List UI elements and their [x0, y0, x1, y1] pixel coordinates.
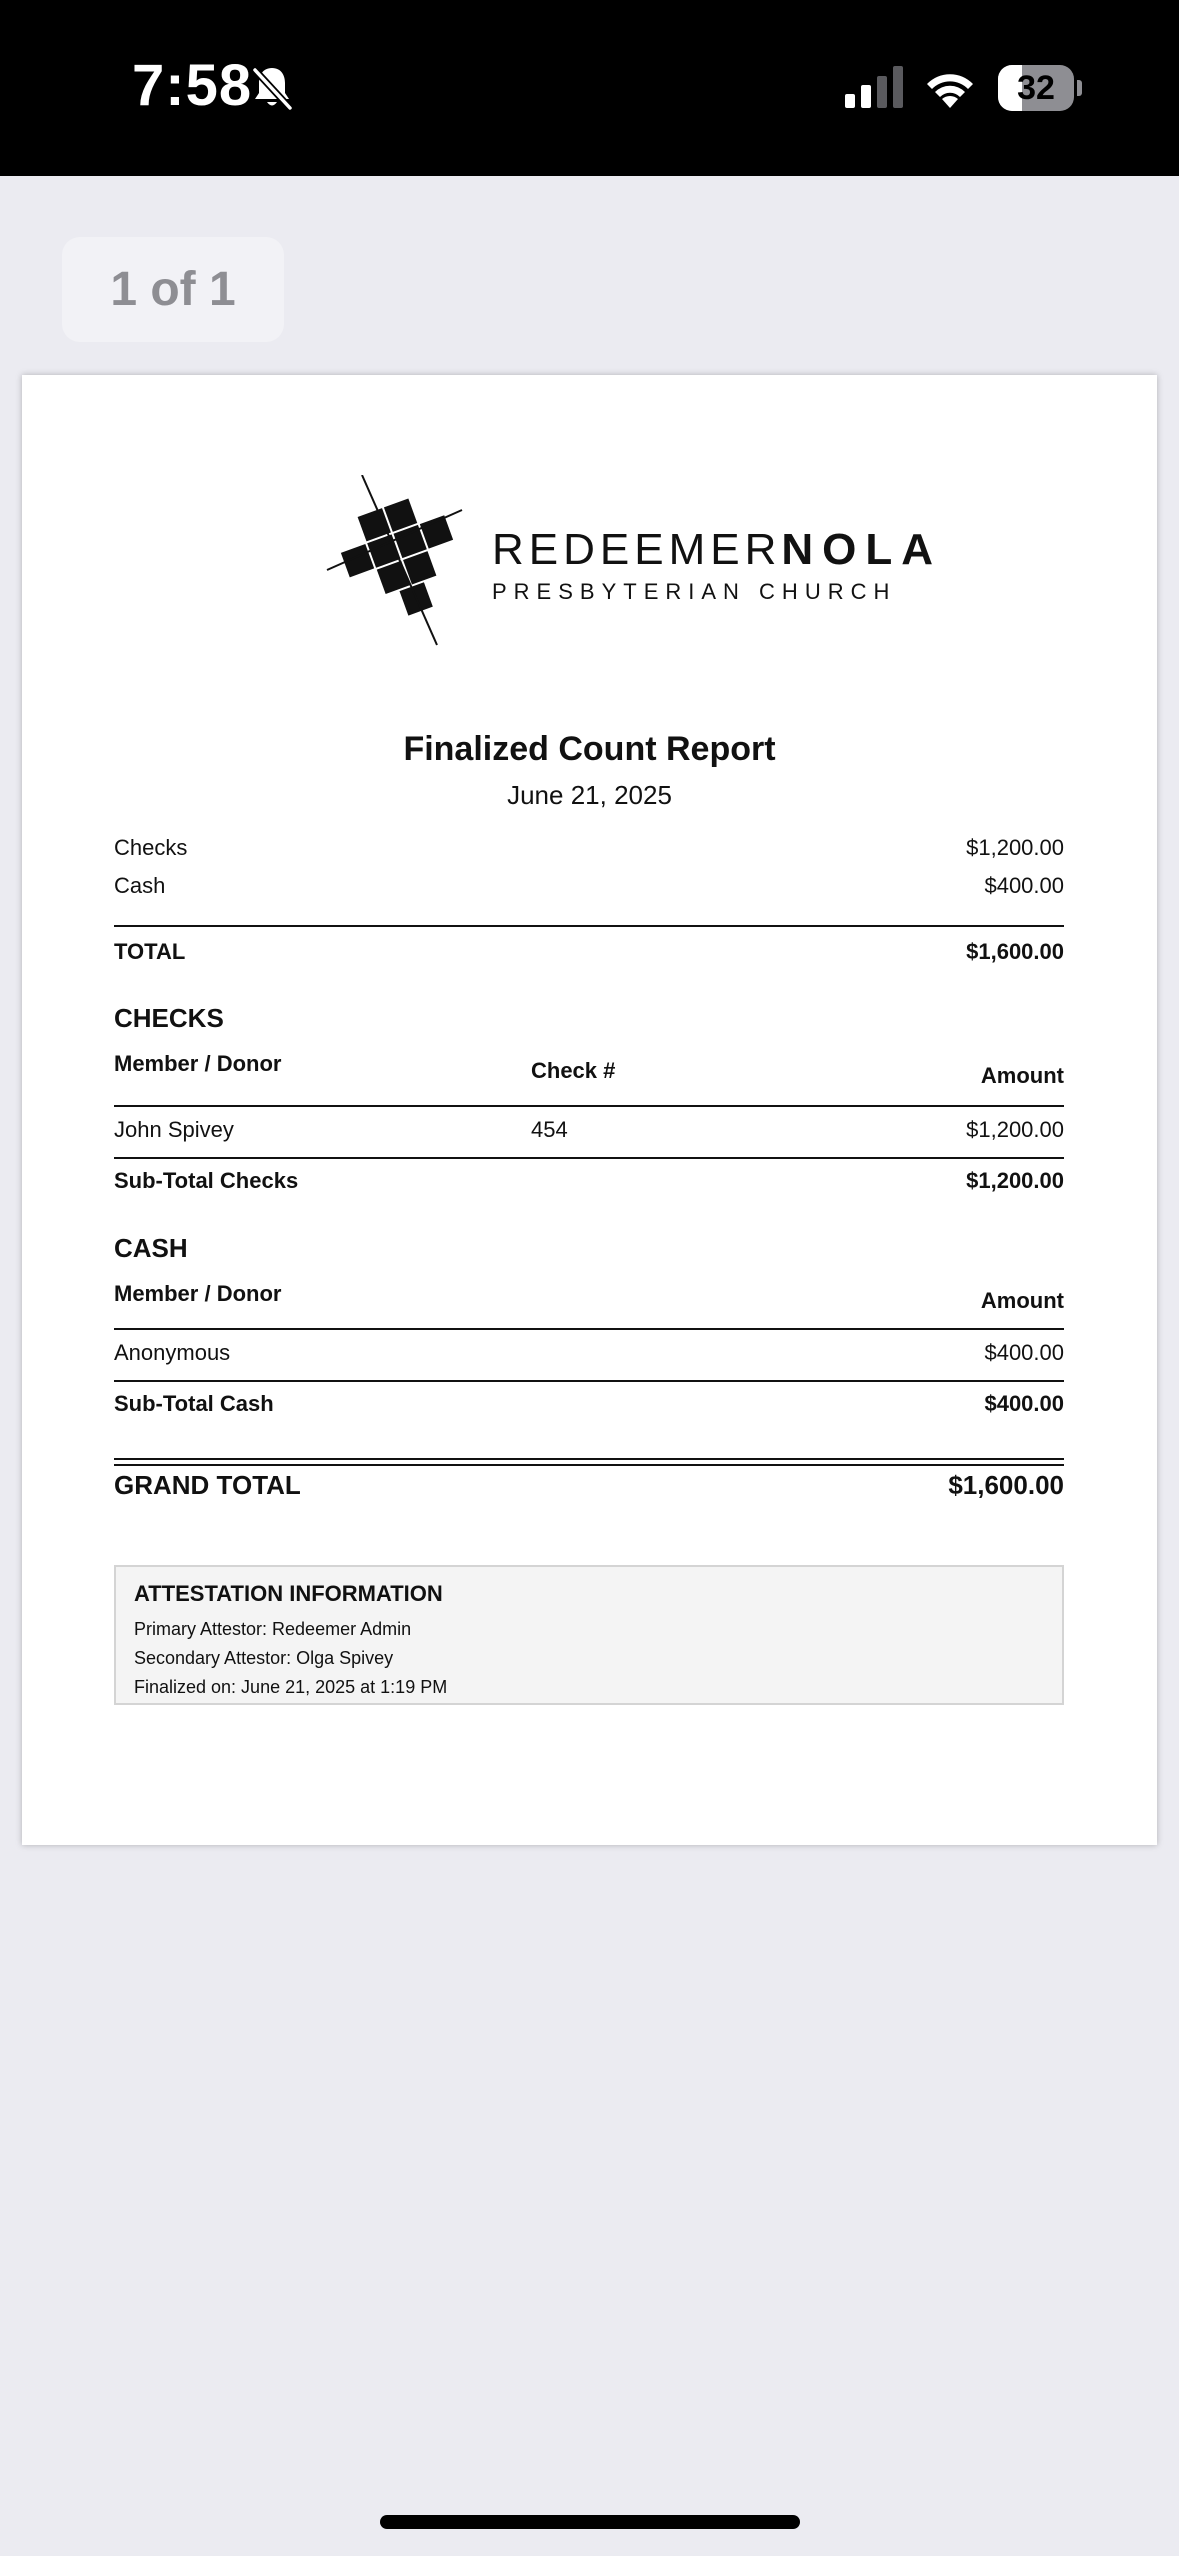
- status-time: 7:58: [132, 53, 253, 118]
- donor-name: John Spivey: [114, 1117, 234, 1142]
- subtotal-label: Sub-Total Cash: [114, 1391, 274, 1416]
- summary-amount: $400.00: [984, 873, 1064, 898]
- subtotal-amount: $400.00: [984, 1391, 1064, 1416]
- logo-name: REDEEMERNOLA: [492, 525, 942, 575]
- battery-body: 32: [998, 65, 1074, 111]
- total-amount: $1,600.00: [966, 939, 1064, 964]
- grand-total-label: GRAND TOTAL: [114, 1470, 301, 1500]
- checks-header-row: Member / Donor Check # Amount: [114, 1051, 1064, 1088]
- divider: [114, 1328, 1064, 1330]
- battery-tip: [1077, 80, 1082, 96]
- double-divider-top: [114, 1458, 1064, 1460]
- attestation-box: ATTESTATION INFORMATION Primary Attestor…: [114, 1565, 1064, 1705]
- subtotal-amount: $1,200.00: [966, 1168, 1064, 1193]
- battery-level: 32: [1017, 69, 1055, 107]
- report-date: June 21, 2025: [507, 780, 672, 810]
- table-row: John Spivey 454 $1,200.00: [114, 1117, 1064, 1147]
- grand-total-row: GRAND TOTAL $1,600.00: [114, 1470, 1064, 1506]
- cash-amount: $400.00: [984, 1340, 1064, 1365]
- logo-name-regular: REDEEMER: [492, 525, 782, 574]
- table-row: Anonymous $400.00: [114, 1340, 1064, 1370]
- church-logo: REDEEMERNOLA PRESBYTERIAN CHURCH: [322, 475, 933, 655]
- battery-icon: 32: [998, 65, 1082, 111]
- divider: [114, 1105, 1064, 1107]
- column-header-member: Member / Donor: [114, 1051, 282, 1076]
- summary-row-cash: Cash $400.00: [114, 873, 1064, 903]
- logo-subtitle: PRESBYTERIAN CHURCH: [492, 579, 897, 604]
- bell-slash-icon: [252, 67, 293, 111]
- column-header-amount: Amount: [980, 1288, 1064, 1313]
- summary-label: Cash: [114, 873, 166, 898]
- report-title: Finalized Count Report: [403, 730, 776, 768]
- attestation-title: ATTESTATION INFORMATION: [134, 1581, 443, 1606]
- wifi-icon: [927, 74, 973, 108]
- cash-subtotal-row: Sub-Total Cash $400.00: [114, 1391, 1064, 1421]
- finalized-on: Finalized on: June 21, 2025 at 1:19 PM: [134, 1677, 448, 1697]
- check-amount: $1,200.00: [966, 1117, 1064, 1142]
- page-indicator: 1 of 1: [62, 237, 284, 342]
- donor-name: Anonymous: [114, 1340, 231, 1365]
- summary-row-checks: Checks $1,200.00: [114, 835, 1064, 865]
- checks-section-title: CHECKS: [114, 1003, 224, 1033]
- logo-name-bold: NOLA: [781, 525, 943, 574]
- cash-section-title: CASH: [114, 1233, 188, 1263]
- column-header-member: Member / Donor: [114, 1281, 282, 1306]
- double-divider-bottom: [114, 1464, 1064, 1466]
- checks-subtotal-row: Sub-Total Checks $1,200.00: [114, 1168, 1064, 1198]
- check-number: 454: [531, 1117, 568, 1142]
- summary-total-row: TOTAL $1,600.00: [114, 939, 1064, 969]
- summary-amount: $1,200.00: [966, 835, 1064, 860]
- divider: [114, 1380, 1064, 1382]
- divider: [114, 925, 1064, 927]
- home-indicator[interactable]: [380, 2515, 800, 2529]
- primary-attestor: Primary Attestor: Redeemer Admin: [134, 1619, 412, 1639]
- column-header-amount: Amount: [980, 1063, 1064, 1088]
- divider: [114, 1157, 1064, 1159]
- grand-total-amount: $1,600.00: [948, 1470, 1064, 1500]
- document-page[interactable]: REDEEMERNOLA PRESBYTERIAN CHURCH Finaliz…: [22, 375, 1157, 1845]
- logo-text: REDEEMERNOLA PRESBYTERIAN CHURCH: [492, 525, 942, 605]
- subtotal-label: Sub-Total Checks: [114, 1168, 299, 1193]
- church-logo-mark-icon: [326, 475, 463, 646]
- column-header-check-number: Check #: [531, 1058, 616, 1083]
- status-bar: 7:58 32: [0, 0, 1179, 176]
- secondary-attestor: Secondary Attestor: Olga Spivey: [134, 1648, 394, 1668]
- total-label: TOTAL: [114, 939, 186, 964]
- summary-label: Checks: [114, 835, 188, 860]
- cellular-signal-icon: [845, 66, 903, 108]
- cash-header-row: Member / Donor Amount: [114, 1281, 1064, 1313]
